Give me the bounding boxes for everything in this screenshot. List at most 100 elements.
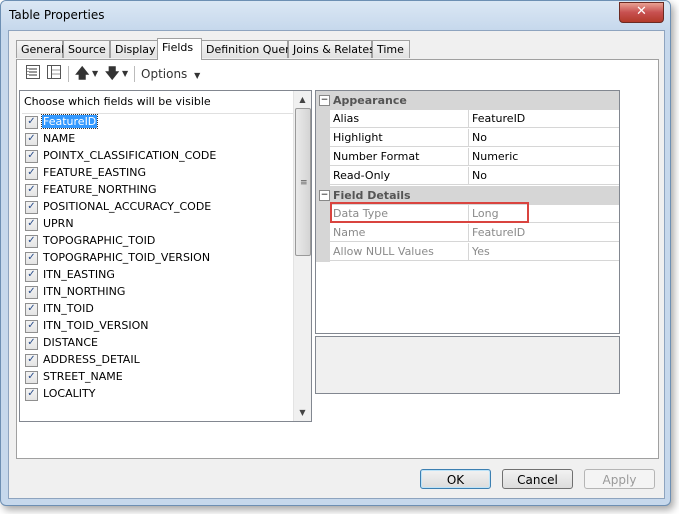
options-label: Options: [141, 67, 188, 81]
list-item[interactable]: ✓ POSITIONAL_ACCURACY_CODE: [24, 199, 292, 216]
list-item[interactable]: ✓ FEATURE_EASTING: [24, 165, 292, 182]
grid-gutter: [316, 224, 330, 243]
field-checkbox[interactable]: ✓: [25, 167, 38, 180]
field-name: NAME: [43, 132, 76, 145]
grid-gutter: [316, 205, 330, 224]
category-appearance[interactable]: − Appearance: [316, 91, 619, 110]
highlight-value-field[interactable]: No: [469, 129, 619, 147]
tab-general[interactable]: General: [16, 40, 64, 58]
read-only-value-field[interactable]: No: [469, 167, 619, 185]
list-item[interactable]: ✓ ITN_NORTHING: [24, 284, 292, 301]
move-down-icon[interactable]: 🡇: [105, 65, 119, 83]
ok-button[interactable]: OK: [420, 469, 491, 489]
chevron-down-icon: ▼: [194, 71, 201, 80]
property-row[interactable]: Read-Only No: [316, 167, 619, 186]
field-checkbox[interactable]: ✓: [25, 303, 38, 316]
property-row[interactable]: Alias FeatureID: [316, 110, 619, 129]
close-button[interactable]: ✕: [619, 2, 664, 23]
dialog-client-area: General Source Display Fields Definition…: [8, 30, 665, 499]
allow-null-value: Yes: [469, 243, 619, 261]
grid-gutter: [316, 243, 330, 262]
list-item[interactable]: ✓ FeatureID: [24, 114, 292, 131]
list-item[interactable]: ✓ FEATURE_NORTHING: [24, 182, 292, 199]
field-name: DISTANCE: [43, 336, 98, 349]
property-name: Allow NULL Values: [330, 243, 469, 261]
field-checkbox[interactable]: ✓: [25, 388, 38, 401]
move-down-dropdown-icon[interactable]: ▼: [122, 65, 128, 83]
property-row[interactable]: Number Format Numeric: [316, 148, 619, 167]
list-item[interactable]: ✓ ADDRESS_DETAIL: [24, 352, 292, 369]
tab-joins-relates[interactable]: Joins & Relates: [288, 40, 375, 58]
field-checkbox[interactable]: ✓: [25, 371, 38, 384]
field-name: ITN_TOID: [43, 302, 94, 315]
field-checkbox[interactable]: ✓: [25, 184, 38, 197]
apply-button[interactable]: Apply: [584, 469, 655, 489]
scroll-down-icon[interactable]: ▼: [294, 404, 311, 421]
field-name: ITN_NORTHING: [43, 285, 126, 298]
field-checkbox[interactable]: ✓: [25, 133, 38, 146]
options-menu-button[interactable]: Options ▼: [141, 65, 200, 83]
property-name: Read-Only: [330, 167, 469, 185]
field-checkbox[interactable]: ✓: [25, 201, 38, 214]
collapse-icon[interactable]: −: [319, 95, 330, 106]
annotation-highlight-box: [330, 202, 529, 223]
scrollbar-thumb[interactable]: ≡: [295, 108, 311, 256]
number-format-value-field[interactable]: Numeric: [469, 148, 619, 166]
move-up-icon[interactable]: 🡅: [75, 65, 89, 83]
grid-gutter: [316, 148, 330, 167]
field-name: UPRN: [43, 217, 74, 230]
list-item[interactable]: ✓ TOPOGRAPHIC_TOID: [24, 233, 292, 250]
field-visibility-list[interactable]: Choose which fields will be visible ✓ Fea…: [19, 90, 312, 422]
cancel-button[interactable]: Cancel: [502, 469, 573, 489]
grid-gutter: [316, 167, 330, 186]
move-up-dropdown-icon[interactable]: ▼: [92, 65, 98, 83]
field-checkbox[interactable]: ✓: [25, 218, 38, 231]
toolbar-separator: [68, 66, 69, 82]
list-item[interactable]: ✓ ITN_EASTING: [24, 267, 292, 284]
tab-source[interactable]: Source: [63, 40, 110, 58]
tab-definition-query[interactable]: Definition Query: [201, 40, 296, 58]
list-item[interactable]: ✓ DISTANCE: [24, 335, 292, 352]
tab-display[interactable]: Display: [110, 40, 158, 58]
scroll-up-icon[interactable]: ▲: [294, 91, 311, 108]
field-name: ITN_EASTING: [43, 268, 115, 281]
field-name: FEATURE_NORTHING: [43, 183, 157, 196]
field-name: FeatureID: [40, 114, 99, 129]
tab-time[interactable]: Time: [372, 40, 410, 58]
field-checkbox[interactable]: ✓: [25, 150, 38, 163]
window-title: Table Properties: [9, 8, 105, 22]
field-checkbox[interactable]: ✓: [25, 252, 38, 265]
field-name: POSITIONAL_ACCURACY_CODE: [43, 200, 212, 213]
fields-tab-panel: 🡅 ▼ 🡇 ▼ Options ▼ Choose which fields wi…: [16, 59, 659, 459]
property-row: Allow NULL Values Yes: [316, 243, 619, 262]
list-item[interactable]: ✓ ITN_TOID: [24, 301, 292, 318]
fields-toolbar: 🡅 ▼ 🡇 ▼ Options ▼: [17, 60, 658, 88]
property-row[interactable]: Highlight No: [316, 129, 619, 148]
list-item[interactable]: ✓ STREET_NAME: [24, 369, 292, 386]
field-checkbox[interactable]: ✓: [25, 320, 38, 333]
list-item[interactable]: ✓ TOPOGRAPHIC_TOID_VERSION: [24, 250, 292, 267]
list-item[interactable]: ✓ ITN_TOID_VERSION: [24, 318, 292, 335]
toolbar-separator: [134, 66, 135, 82]
category-label: Field Details: [333, 189, 411, 202]
table-view-icon[interactable]: [47, 65, 61, 83]
list-item[interactable]: ✓ POINTX_CLASSIFICATION_CODE: [24, 148, 292, 165]
list-item[interactable]: ✓ UPRN: [24, 216, 292, 233]
field-name: POINTX_CLASSIFICATION_CODE: [43, 149, 217, 162]
field-checkbox[interactable]: ✓: [25, 269, 38, 282]
property-name: Highlight: [330, 129, 469, 147]
field-checkbox[interactable]: ✓: [25, 116, 38, 129]
field-checkbox[interactable]: ✓: [25, 337, 38, 350]
list-item[interactable]: ✓ LOCALITY: [24, 386, 292, 403]
alias-value-field[interactable]: FeatureID: [469, 110, 619, 128]
tab-fields[interactable]: Fields: [157, 38, 202, 60]
field-name: ADDRESS_DETAIL: [43, 353, 140, 366]
field-checkbox[interactable]: ✓: [25, 354, 38, 367]
field-checkbox[interactable]: ✓: [25, 286, 38, 299]
list-view-icon[interactable]: [26, 65, 40, 83]
field-list-scrollbar[interactable]: ▲ ≡ ▼: [293, 91, 311, 421]
property-name: Name: [330, 224, 469, 242]
field-checkbox[interactable]: ✓: [25, 235, 38, 248]
collapse-icon[interactable]: −: [319, 190, 330, 201]
list-item[interactable]: ✓ NAME: [24, 131, 292, 148]
